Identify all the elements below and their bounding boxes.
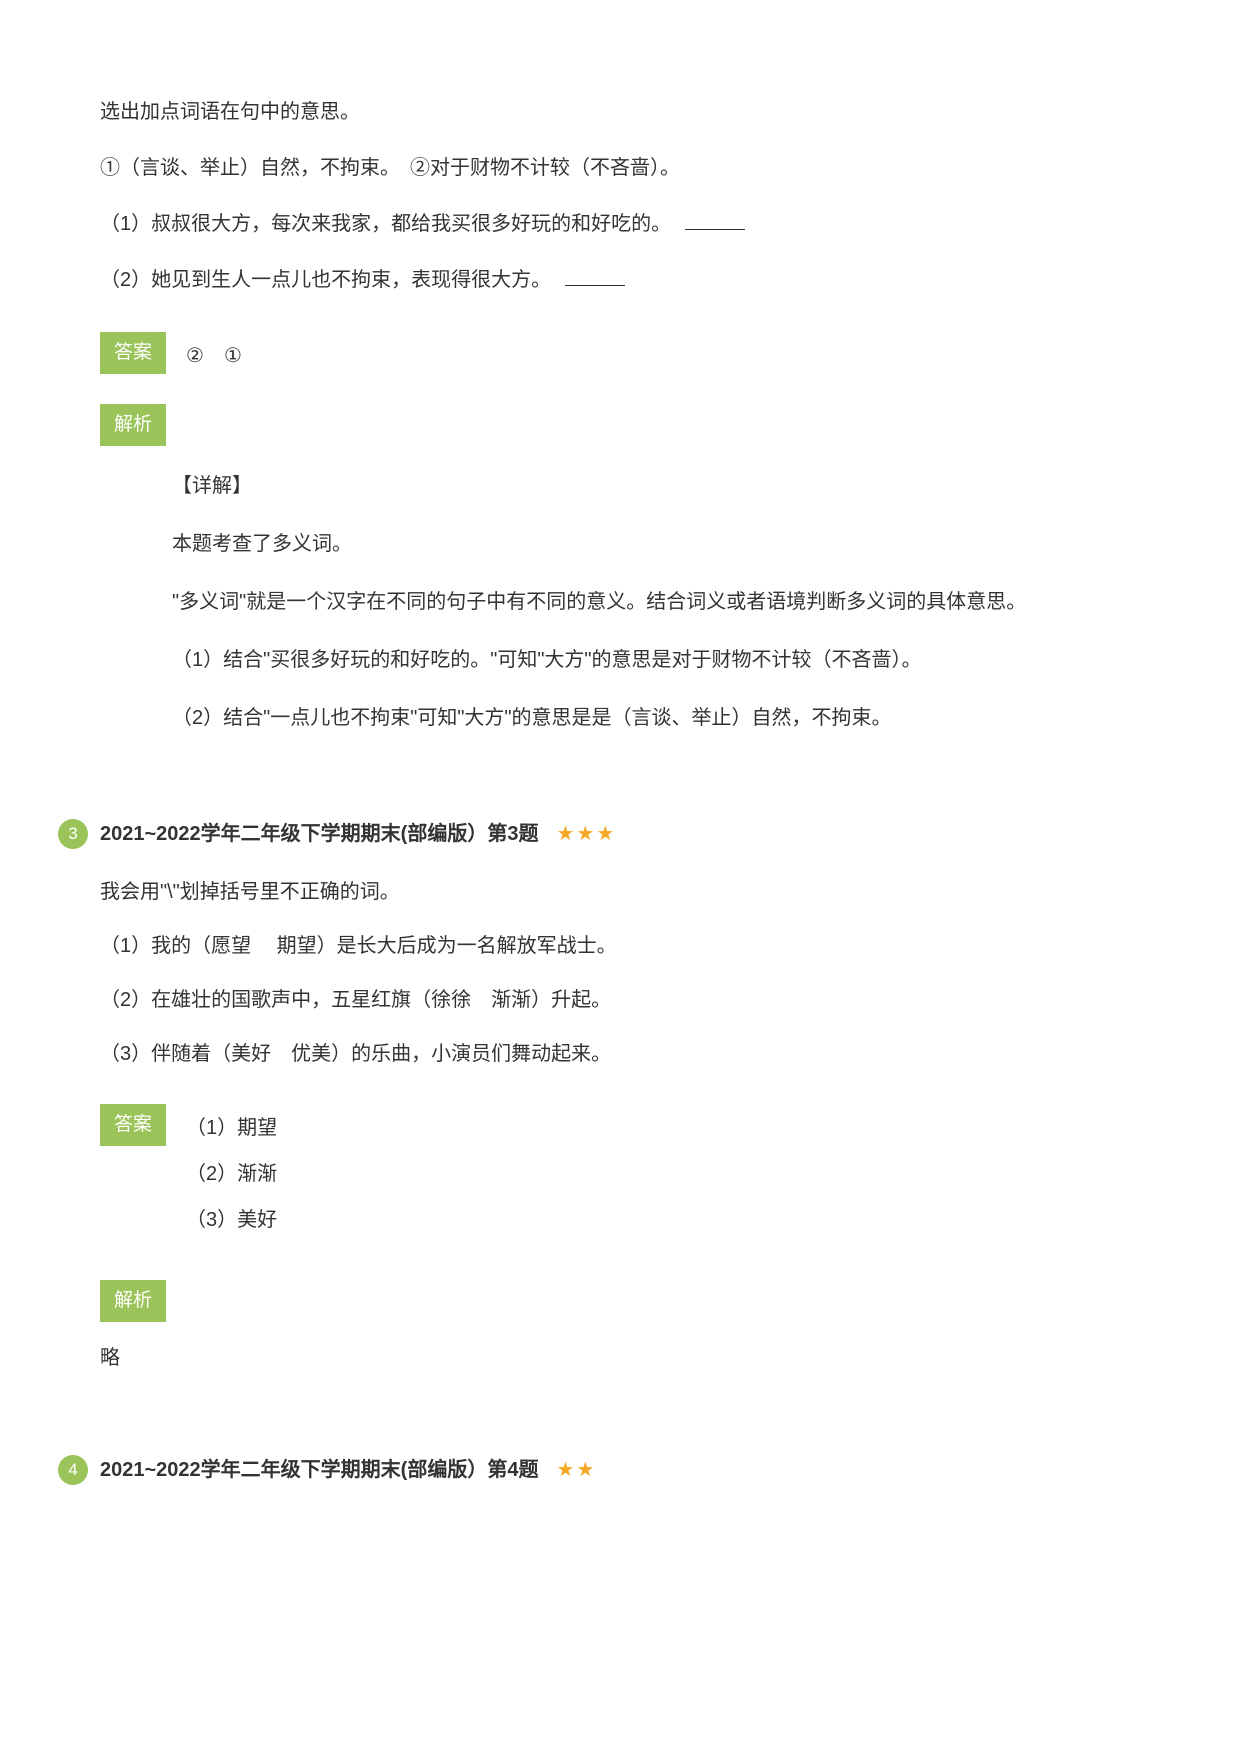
answer-label: 答案: [100, 332, 166, 374]
answer-item: （1）期望: [186, 1112, 1139, 1144]
question-3-block: 3 2021~2022学年二年级下学期期末(部编版）第3题 ★★★ 我会用"\"…: [100, 818, 1139, 1374]
answer-list: （1）期望 （2）渐渐 （3）美好: [186, 1104, 1139, 1250]
question-title: 2021~2022学年二年级下学期期末(部编版）第3题: [100, 818, 538, 850]
question-number-badge: 3: [58, 819, 88, 849]
answer-item: （3）美好: [186, 1204, 1139, 1236]
q1-line1: （1）叔叔很大方，每次来我家，都给我买很多好玩的和好吃的。: [100, 202, 1139, 246]
answer-row: 答案 ② ①: [100, 332, 1139, 374]
q3-line2: （2）在雄壮的国歌声中，五星红旗（徐徐 渐渐）升起。: [100, 980, 1139, 1020]
q1-line2: （2）她见到生人一点儿也不拘束，表现得很大方。: [100, 258, 1139, 302]
question-header: 3 2021~2022学年二年级下学期期末(部编版）第3题 ★★★: [100, 818, 1139, 850]
question-header: 4 2021~2022学年二年级下学期期末(部编版）第4题 ★★: [100, 1454, 1139, 1486]
question-number-badge: 4: [58, 1455, 88, 1485]
q3-line1: （1）我的（愿望 期望）是长大后成为一名解放军战士。: [100, 926, 1139, 966]
q1-intro: 选出加点词语在句中的意思。: [100, 90, 1139, 134]
explain-text: 略: [100, 1342, 1139, 1374]
blank-field[interactable]: [565, 268, 625, 286]
q1-line2-text: （2）她见到生人一点儿也不拘束，表现得很大方。: [100, 269, 551, 291]
q1-options: ①（言谈、举止）自然，不拘束。 ②对于财物不计较（不吝啬）。: [100, 146, 1139, 190]
detail-line: （1）结合"买很多好玩的和好吃的。"可知"大方"的意思是对于财物不计较（不吝啬）…: [172, 640, 1139, 680]
question-4-block: 4 2021~2022学年二年级下学期期末(部编版）第4题 ★★: [100, 1454, 1139, 1486]
detail-header: 【详解】: [172, 466, 1139, 506]
explain-row: 解析: [100, 404, 1139, 446]
q3-intro: 我会用"\"划掉括号里不正确的词。: [100, 872, 1139, 912]
explain-row: 解析: [100, 1280, 1139, 1322]
detail-line: "多义词"就是一个汉字在不同的句子中有不同的意义。结合词义或者语境判断多义词的具…: [172, 582, 1139, 622]
detail-line: 本题考查了多义词。: [172, 524, 1139, 564]
question-title: 2021~2022学年二年级下学期期末(部编版）第4题: [100, 1454, 538, 1486]
explain-label: 解析: [100, 1280, 166, 1322]
answer-item: （2）渐渐: [186, 1158, 1139, 1190]
explanation-content: 【详解】 本题考查了多义词。 "多义词"就是一个汉字在不同的句子中有不同的意义。…: [172, 466, 1139, 738]
question-1-block: 选出加点词语在句中的意思。 ①（言谈、举止）自然，不拘束。 ②对于财物不计较（不…: [100, 90, 1139, 738]
difficulty-stars: ★★: [556, 1454, 596, 1486]
q3-content: 我会用"\"划掉括号里不正确的词。 （1）我的（愿望 期望）是长大后成为一名解放…: [100, 872, 1139, 1074]
detail-line: （2）结合"一点儿也不拘束"可知"大方"的意思是是（言谈、举止）自然，不拘束。: [172, 698, 1139, 738]
blank-field[interactable]: [685, 212, 745, 230]
answer-label: 答案: [100, 1104, 166, 1146]
q1-line1-text: （1）叔叔很大方，每次来我家，都给我买很多好玩的和好吃的。: [100, 213, 671, 235]
explain-label: 解析: [100, 404, 166, 446]
answer-row: 答案 （1）期望 （2）渐渐 （3）美好: [100, 1104, 1139, 1250]
q3-line3: （3）伴随着（美好 优美）的乐曲，小演员们舞动起来。: [100, 1034, 1139, 1074]
difficulty-stars: ★★★: [556, 818, 616, 850]
answer-value: ② ①: [186, 332, 1139, 374]
